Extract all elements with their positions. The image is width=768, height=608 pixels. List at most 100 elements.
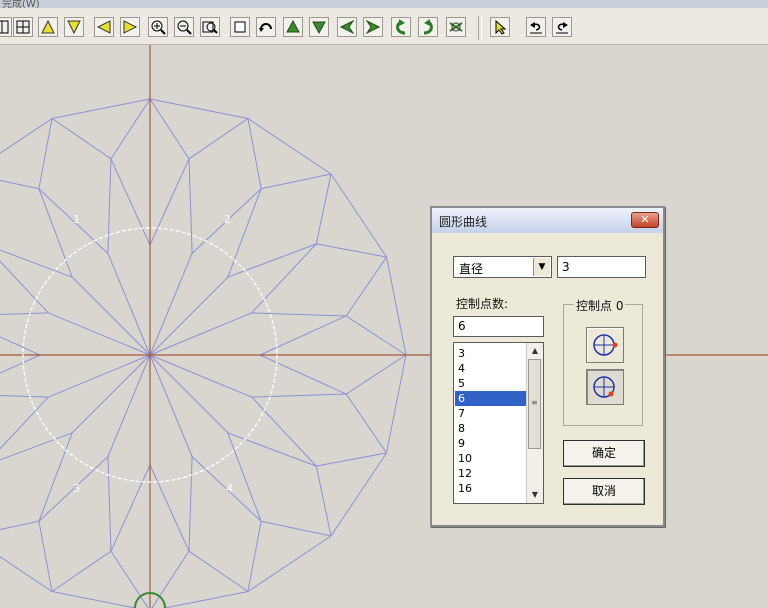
triangle-down-icon[interactable] [64, 17, 84, 37]
mesh-line [315, 173, 332, 244]
mesh-line [227, 432, 317, 467]
mesh-line [188, 118, 249, 160]
mesh-line [261, 520, 332, 537]
marker-3: 3 [73, 482, 80, 495]
mesh-line [149, 98, 190, 160]
mesh-line [0, 354, 41, 374]
triangle-up-icon[interactable] [38, 17, 58, 37]
list-item[interactable]: 12 [455, 466, 527, 481]
rotate-right-icon[interactable] [418, 17, 438, 37]
control-point-inside-button[interactable] [586, 369, 624, 405]
mesh-line [386, 256, 407, 356]
grid-icon[interactable] [13, 17, 33, 37]
mesh-line [38, 118, 53, 189]
redraw-icon[interactable] [446, 17, 466, 37]
arrow-up-icon[interactable] [283, 17, 303, 37]
chevron-down-icon[interactable]: ▼ [533, 258, 550, 276]
mesh-line [247, 521, 262, 592]
control-points-list[interactable]: 3 4 5 6 7 8 9 10 12 16 ▲ ≡ ▼ [453, 342, 544, 504]
scroll-grip: ≡ [531, 398, 538, 407]
mesh-line [38, 432, 73, 522]
mesh-line [151, 550, 190, 608]
mesh-line [251, 243, 317, 314]
arrow-right-icon[interactable] [363, 17, 383, 37]
mesh-line [261, 173, 332, 190]
undo-icon[interactable] [526, 17, 546, 37]
list-item[interactable]: 5 [455, 376, 527, 391]
mesh-line [51, 98, 151, 119]
mode-select-value: 直径 [459, 262, 484, 276]
list-item[interactable]: 7 [455, 406, 527, 421]
redo-icon[interactable] [552, 17, 572, 37]
pointer-icon[interactable] [490, 17, 510, 37]
dialog-title: 圆形曲线 [439, 215, 488, 229]
mesh-line [110, 98, 151, 160]
triangle-right-icon[interactable] [120, 17, 140, 37]
mesh-line [0, 260, 49, 314]
mesh-line [227, 243, 317, 278]
mesh-line [149, 276, 229, 356]
list-item[interactable]: 8 [455, 421, 527, 436]
control-points-input[interactable]: 6 [453, 316, 544, 337]
cancel-button[interactable]: 取消 [563, 478, 645, 505]
triangle-left-icon[interactable] [94, 17, 114, 37]
close-icon[interactable]: ✕ [631, 212, 659, 228]
list-item[interactable]: 9 [455, 436, 527, 451]
mesh-line [247, 118, 332, 175]
control-point-outside-button[interactable] [586, 327, 624, 363]
mesh-line [386, 354, 407, 454]
mesh-line [188, 550, 249, 592]
rotate-view-icon[interactable] [256, 17, 276, 37]
list-item[interactable]: 3 [455, 346, 527, 361]
rectangle-icon[interactable] [230, 17, 250, 37]
control-point-group: 控制点 0 [563, 297, 643, 426]
scroll-thumb[interactable]: ≡ [528, 359, 541, 449]
marker-4: 4 [226, 482, 233, 495]
mesh-line [51, 118, 112, 160]
list-scrollbar[interactable]: ▲ ≡ ▼ [526, 343, 543, 503]
list-item[interactable]: 4 [455, 361, 527, 376]
mesh-line [315, 466, 332, 537]
scroll-down-icon[interactable]: ▼ [527, 487, 543, 503]
grid-small-icon[interactable] [0, 17, 12, 37]
mesh-line [0, 312, 49, 315]
mesh-line [0, 556, 53, 592]
rotate-left-icon[interactable] [391, 17, 411, 37]
circle-point-inside-icon [593, 376, 615, 398]
mesh-line [188, 158, 193, 254]
mesh-line [107, 456, 112, 552]
scroll-up-icon[interactable]: ▲ [527, 343, 543, 359]
zoom-out-icon[interactable] [174, 17, 194, 37]
arrow-left-icon[interactable] [337, 17, 357, 37]
ok-button[interactable]: 确定 [563, 440, 645, 467]
mesh-line [38, 188, 73, 278]
dialog-title-bar[interactable]: 圆形曲线 ✕ [432, 208, 663, 233]
mesh-line [0, 395, 49, 398]
mode-select[interactable]: 直径 ▼ [453, 256, 552, 278]
toolbar [0, 8, 768, 45]
polygon-mesh [0, 98, 407, 608]
diameter-input[interactable]: 3 [557, 256, 646, 278]
mesh-line [38, 521, 53, 592]
mesh-line [0, 520, 39, 530]
mesh-line [0, 180, 39, 190]
circle-curve-dialog: 圆形曲线 ✕ 直径 ▼ 3 控制点数: 6 3 4 5 6 7 8 9 10 1… [430, 206, 665, 527]
mesh-line [110, 464, 151, 552]
list-item-selected[interactable]: 6 [455, 391, 527, 406]
mesh-line [149, 354, 229, 434]
mesh-line [247, 535, 332, 592]
list-item[interactable]: 10 [455, 451, 527, 466]
mesh-line [345, 315, 407, 356]
mesh-line [251, 393, 347, 398]
zoom-window-icon[interactable] [200, 17, 220, 37]
mesh-line [71, 276, 151, 356]
mesh-line [51, 550, 112, 592]
zoom-in-icon[interactable] [148, 17, 168, 37]
control-points-label: 控制点数: [456, 297, 509, 311]
marker-2: 2 [224, 213, 231, 226]
mesh-line [345, 354, 407, 395]
list-item[interactable]: 16 [455, 481, 527, 496]
mesh-line [0, 336, 41, 356]
arrow-down-icon[interactable] [309, 17, 329, 37]
mesh-line [316, 452, 387, 467]
